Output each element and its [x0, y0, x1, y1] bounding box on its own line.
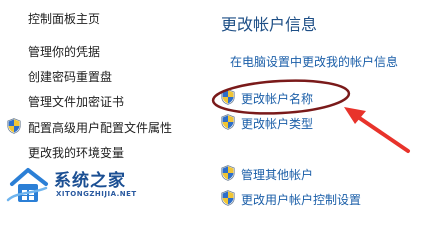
watermark-title: 系统之家 — [54, 171, 126, 191]
watermark-logo: 系统之家 XITONGZHIJIA.NET — [6, 160, 166, 208]
watermark-url: XITONGZHIJIA.NET — [56, 190, 137, 198]
house-logo-icon — [6, 168, 48, 202]
pointer-arrow-shaft — [356, 115, 410, 153]
highlight-ellipse — [211, 79, 351, 115]
